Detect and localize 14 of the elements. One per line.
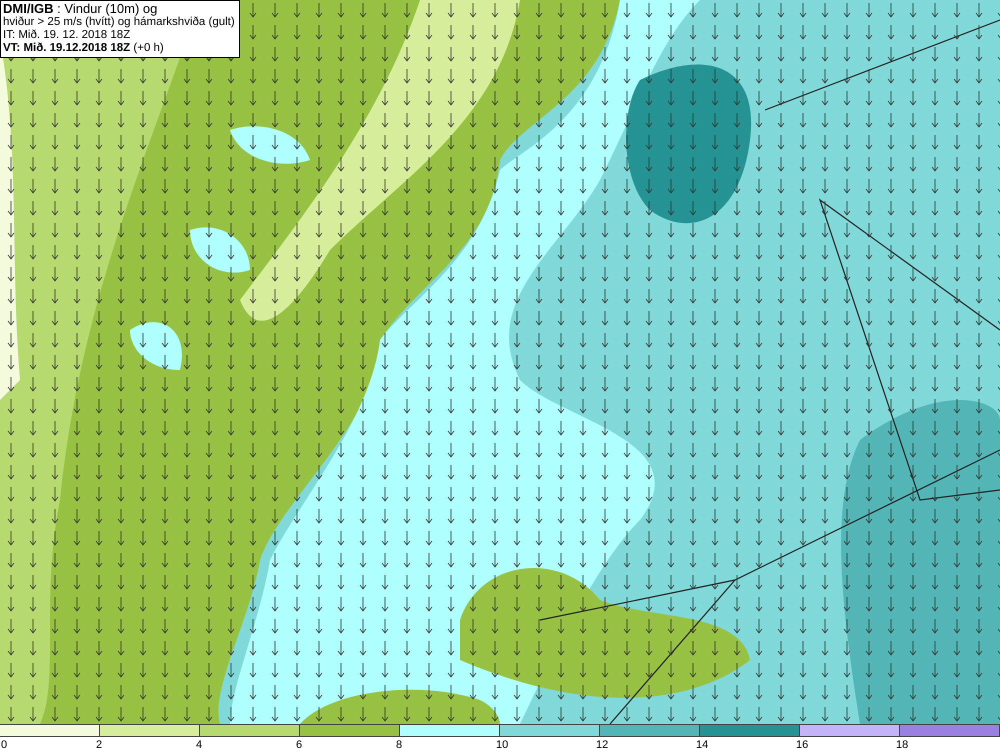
caption-line: hviður > 25 m/s (hvítt) og hámarkshviða (gult) bbox=[3, 16, 235, 29]
legend-label: 4 bbox=[196, 738, 202, 752]
legend-label: 12 bbox=[596, 738, 608, 752]
legend-label: 10 bbox=[496, 738, 508, 752]
legend-label: 0 bbox=[1, 738, 8, 752]
legend-label: 2 bbox=[96, 738, 102, 752]
caption-line: DMI/IGB : Vindur (10m) og bbox=[3, 2, 158, 16]
legend-label: 14 bbox=[696, 738, 708, 752]
legend-label: 16 bbox=[796, 738, 808, 752]
legend-label: 6 bbox=[296, 738, 302, 752]
legend-label: 18 bbox=[896, 738, 908, 752]
legend-label: 8 bbox=[396, 738, 402, 752]
caption-line: VT: Mið. 19.12.2018 18Z (+0 h) bbox=[3, 42, 165, 55]
caption-line: IT: Mið. 19. 12. 2018 18Z bbox=[3, 29, 132, 42]
